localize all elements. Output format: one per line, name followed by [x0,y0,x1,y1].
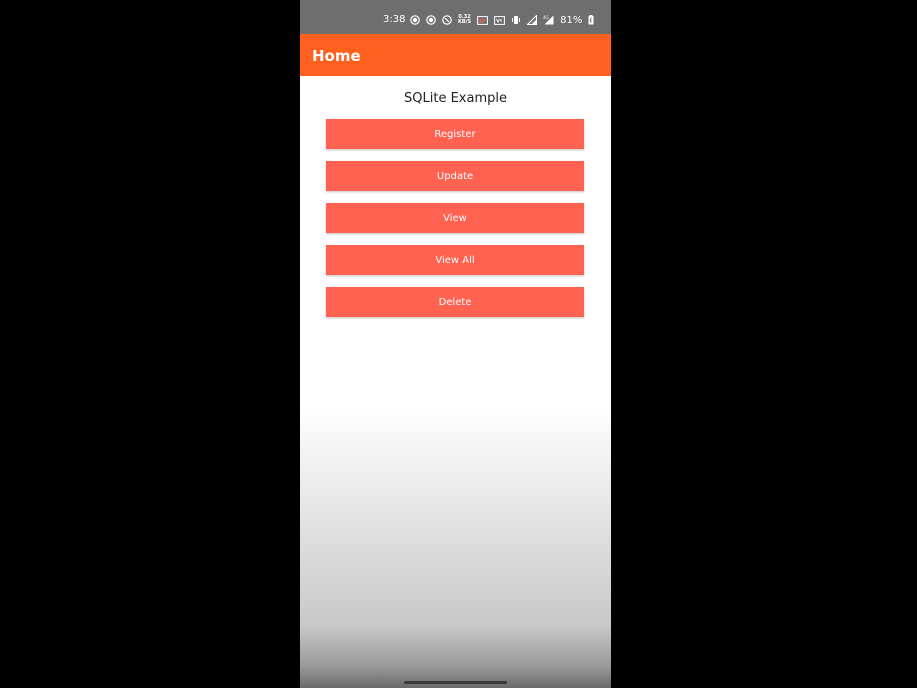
view-all-button[interactable]: View All [326,245,584,275]
register-button[interactable]: Register [326,119,584,149]
battery-level: 81% [560,14,583,26]
main-content: SQLite Example Register Update View View… [300,76,611,688]
cast-icon [477,15,489,25]
status-time: 3:38 [383,14,406,25]
app-bar: Home [300,34,611,76]
app-bar-title: Home [312,47,361,65]
vibrate-icon [511,15,521,25]
status-bar: 3:38 0.32 KB/S 4G 81% [300,0,611,34]
delete-button[interactable]: Delete [326,287,584,317]
page-heading: SQLite Example [404,91,507,106]
battery-icon [588,15,594,25]
net-speed-unit: KB/S [458,19,472,25]
data-saver-icon [442,15,452,25]
view-button[interactable]: View [326,203,584,233]
phone-screen: 3:38 0.32 KB/S 4G 81% Home SQLite Exampl… [300,0,611,688]
signal-icon [527,15,538,25]
update-button[interactable]: Update [326,161,584,191]
status-icons: 0.32 KB/S 4G 81% [410,13,594,27]
signal-4g-icon: 4G [543,15,554,25]
svg-text:4G: 4G [543,15,549,20]
home-indicator[interactable] [404,681,507,684]
net-speed: 0.32 KB/S [458,15,471,25]
vowifi-icon [494,15,506,25]
record-icon [410,15,420,25]
record-icon [426,15,436,25]
